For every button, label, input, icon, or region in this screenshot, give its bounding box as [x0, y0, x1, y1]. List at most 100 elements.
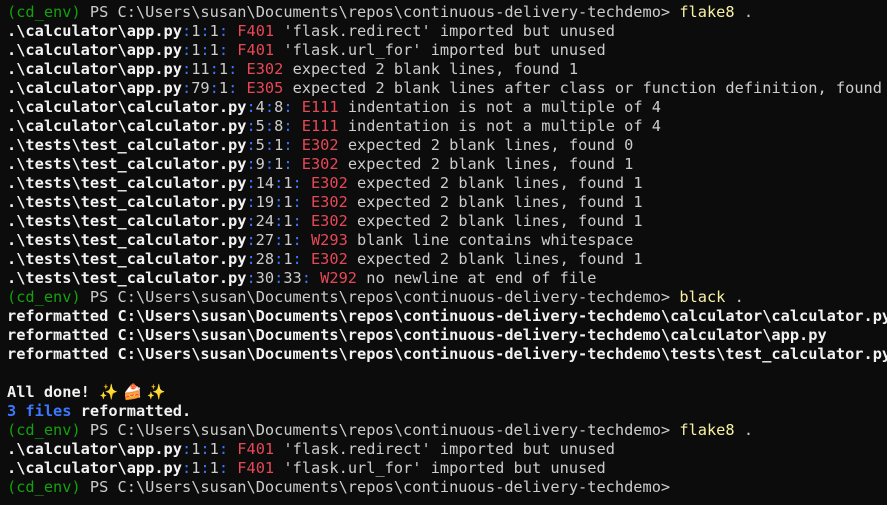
reformat-word: reformatted	[7, 326, 109, 344]
lint-line: .\calculator\app.py:1:1: F401 'flask.red…	[7, 440, 887, 459]
colon-sep: :	[246, 136, 256, 154]
lint-line-number: 28	[255, 250, 275, 268]
lint-line: .\tests\test_calculator.py:27:1: W293 bl…	[7, 231, 887, 250]
lint-code: E302	[310, 212, 348, 230]
prompt-path: C:\Users\susan\Documents\repos\continuou…	[117, 288, 671, 306]
colon-sep: :	[292, 174, 302, 192]
lint-file: .\tests\test_calculator.py	[7, 231, 247, 249]
lint-file: .\tests\test_calculator.py	[7, 136, 247, 154]
colon-sep: :	[200, 440, 210, 458]
lint-message: indentation is not a multiple of 4	[347, 117, 661, 135]
colon-sep: :	[246, 212, 256, 230]
lint-col-number: 33	[283, 269, 302, 287]
lint-file: .\calculator\app.py	[7, 459, 182, 477]
lint-col-number: 1	[218, 79, 229, 97]
lint-message: expected 2 blank lines, found 1	[357, 174, 643, 192]
lint-code: E111	[301, 98, 339, 116]
colon-sep: :	[246, 155, 256, 173]
prompt-path: C:\Users\susan\Documents\repos\continuou…	[117, 3, 671, 21]
lint-file: .\calculator\app.py	[7, 440, 182, 458]
lint-message: expected 2 blank lines, found 1	[357, 193, 643, 211]
colon-sep: :	[181, 60, 192, 78]
lint-line: .\calculator\app.py:1:1: F401 'flask.red…	[7, 22, 887, 41]
lint-line: .\calculator\app.py:1:1: F401 'flask.url…	[7, 41, 887, 60]
colon-sep: :	[274, 212, 284, 230]
command-arg: .	[734, 288, 744, 306]
lint-file: .\calculator\app.py	[7, 60, 182, 78]
lint-line: .\calculator\app.py:79:1: E305 expected …	[7, 79, 887, 98]
lint-message: 'flask.url_for' imported but unused	[283, 459, 606, 477]
colon-sep: :	[200, 41, 210, 59]
colon-sep: :	[283, 98, 293, 116]
reformat-path: C:\Users\susan\Documents\repos\continuou…	[117, 326, 827, 344]
lint-line-number: 19	[255, 193, 275, 211]
colon-sep: :	[264, 117, 275, 135]
reformat-word: reformatted	[7, 307, 109, 325]
ps-label: PS	[89, 3, 109, 21]
lint-code: W292	[320, 269, 358, 287]
lint-code: E305	[246, 79, 284, 97]
command: flake8	[679, 3, 735, 21]
lint-code: F401	[237, 440, 275, 458]
lint-file: .\tests\test_calculator.py	[7, 250, 247, 268]
lint-file: .\calculator\app.py	[7, 41, 182, 59]
colon-sep: :	[292, 250, 302, 268]
lint-col-number: 1	[283, 174, 293, 192]
colon-sep: :	[218, 440, 229, 458]
prompt-line: (cd_env) PS C:\Users\susan\Documents\rep…	[7, 288, 887, 307]
lint-code: E302	[301, 155, 339, 173]
colon-sep: :	[274, 174, 284, 192]
lint-line: .\calculator\app.py:1:1: F401 'flask.url…	[7, 459, 887, 478]
command-arg: .	[743, 421, 754, 439]
lint-line-number: 79	[191, 79, 210, 97]
colon-sep: :	[246, 193, 256, 211]
lint-code: E302	[310, 250, 348, 268]
lint-line-number: 24	[255, 212, 275, 230]
lint-line-number: 5	[255, 117, 265, 135]
lint-line: .\tests\test_calculator.py:5:1: E302 exp…	[7, 136, 887, 155]
lint-col-number: 1	[209, 22, 219, 40]
colon-sep: :	[228, 79, 238, 97]
lint-line: .\tests\test_calculator.py:24:1: E302 ex…	[7, 212, 887, 231]
lint-line: .\calculator\app.py:11:1: E302 expected …	[7, 60, 887, 79]
lint-file: .\calculator\app.py	[7, 22, 182, 40]
lint-code: E302	[310, 193, 348, 211]
colon-sep: :	[246, 117, 256, 135]
summary-line: 3 files reformatted.	[7, 402, 887, 421]
lint-code: F401	[237, 459, 275, 477]
lint-col-number: 8	[274, 117, 284, 135]
command: flake8	[679, 421, 735, 439]
reformat-line: reformatted C:\Users\susan\Documents\rep…	[7, 307, 887, 326]
colon-sep: :	[264, 136, 275, 154]
command: black	[679, 288, 726, 306]
lint-code: F401	[237, 22, 275, 40]
lint-file: .\tests\test_calculator.py	[7, 212, 247, 230]
colon-sep: :	[218, 22, 229, 40]
colon-sep: :	[274, 231, 284, 249]
lint-message: expected 2 blank lines, found 1	[357, 250, 643, 268]
colon-sep: :	[218, 41, 229, 59]
colon-sep: :	[283, 136, 293, 154]
lint-file: .\calculator\calculator.py	[7, 117, 247, 135]
lint-file: .\tests\test_calculator.py	[7, 174, 247, 192]
colon-sep: :	[264, 155, 275, 173]
lint-message: no newline at end of file	[366, 269, 597, 287]
env-name: (cd_env)	[7, 288, 81, 306]
prompt-line: (cd_env) PS C:\Users\susan\Documents\rep…	[7, 3, 887, 22]
lint-message: expected 2 blank lines after class or fu…	[292, 79, 887, 97]
lint-col-number: 1	[218, 60, 229, 78]
lint-message: expected 2 blank lines, found 1	[347, 155, 634, 173]
colon-sep: :	[283, 117, 293, 135]
lint-file: .\calculator\app.py	[7, 79, 182, 97]
lint-message: expected 2 blank lines, found 1	[292, 60, 579, 78]
colon-sep: :	[246, 174, 256, 192]
colon-sep: :	[292, 212, 302, 230]
lint-code: F401	[237, 41, 275, 59]
lint-line: .\tests\test_calculator.py:30:33: W292 n…	[7, 269, 887, 288]
done-text: All done!	[7, 383, 90, 401]
terminal-output[interactable]: (cd_env) PS C:\Users\susan\Documents\rep…	[0, 0, 887, 505]
colon-sep: :	[181, 22, 192, 40]
reformat-line: reformatted C:\Users\susan\Documents\rep…	[7, 345, 887, 364]
lint-line: .\calculator\calculator.py:4:8: E111 ind…	[7, 98, 887, 117]
lint-col-number: 1	[274, 155, 284, 173]
